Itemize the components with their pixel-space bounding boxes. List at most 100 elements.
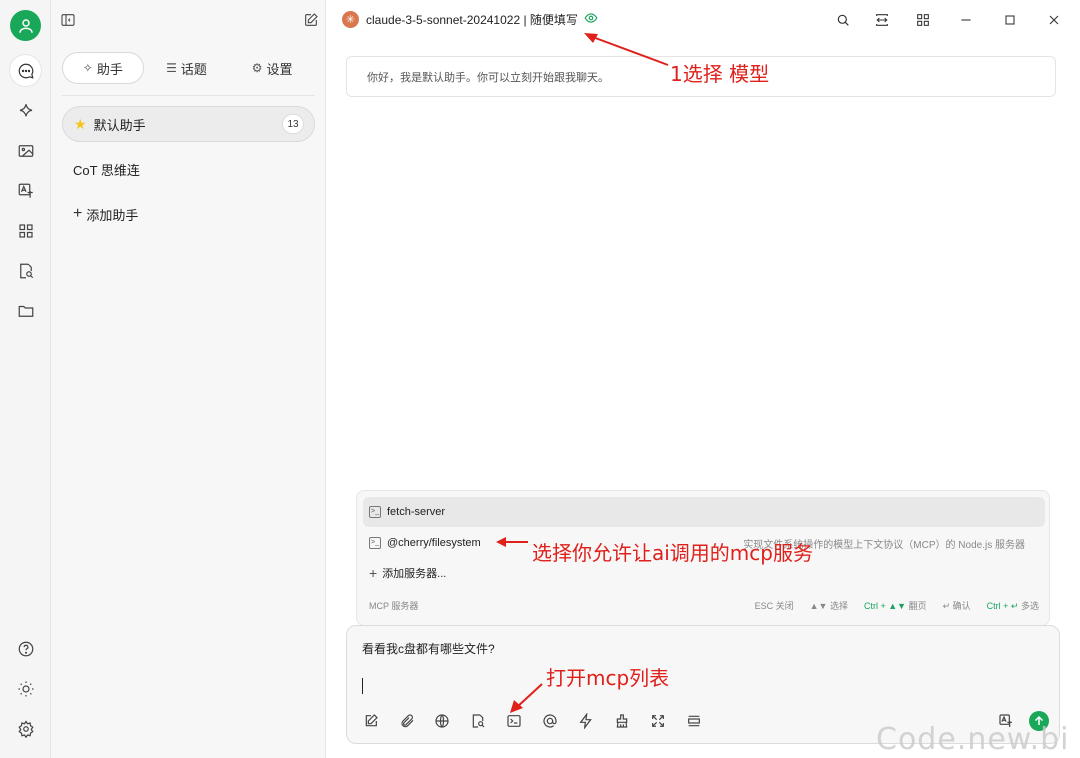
mention-model-button[interactable] [541, 712, 559, 730]
annotation-select-model: 1选择 模型 [670, 62, 770, 86]
vision-eye-icon [584, 11, 598, 28]
tab-assistants[interactable]: ✧ 助手 [62, 52, 144, 84]
knowledge-nav-button[interactable] [10, 255, 41, 286]
translate-nav-button[interactable] [10, 175, 41, 206]
claude-logo-icon: ✳ [342, 11, 359, 28]
model-name: claude-3-5-sonnet-20241022 | 随便填写 [366, 13, 578, 27]
chat-bubble-icon [18, 63, 34, 79]
mcp-item-label: @cherry/filesystem [387, 537, 481, 549]
hint-select: ▲▼ 选择 [809, 601, 848, 611]
mcp-item-label: fetch-server [387, 506, 446, 518]
close-icon [1049, 15, 1059, 25]
annotation-arrow-mcp [496, 537, 528, 547]
layout-button[interactable] [913, 10, 933, 30]
annotation-arrow-open-mcp [510, 683, 543, 713]
user-icon [18, 18, 33, 33]
grid-icon [18, 223, 33, 238]
mcp-footer-title: MCP 服务器 [369, 601, 419, 611]
apps-nav-button[interactable] [10, 215, 41, 246]
hint-page: Ctrl + ▲▼ 翻页 [863, 601, 927, 611]
assistant-item-cot[interactable]: CoT 思维连 [62, 151, 315, 187]
search-button[interactable] [833, 10, 853, 30]
gear-icon: ⚙ [251, 61, 263, 75]
chat-nav-button[interactable] [10, 55, 41, 86]
assistant-panel: ✧ 助手 ☰ 话题 ⚙ 设置 ★ 默认助手 13 CoT 思维连 + 添加助手 [51, 0, 326, 758]
tab-topics[interactable]: ☰ 话题 [144, 52, 230, 84]
minimize-button[interactable] [956, 10, 976, 30]
model-selector[interactable]: ✳ claude-3-5-sonnet-20241022 | 随便填写 [342, 11, 598, 28]
edit-icon [305, 13, 318, 26]
expand-input-button[interactable] [649, 712, 667, 730]
attach-button[interactable] [398, 712, 416, 730]
user-avatar[interactable] [10, 10, 41, 41]
topic-count-badge: 13 [282, 114, 304, 134]
document-search-icon [19, 263, 33, 278]
text-caret [362, 678, 363, 694]
help-button[interactable] [10, 633, 41, 664]
gear-icon [17, 719, 34, 738]
maximize-button[interactable] [1000, 10, 1020, 30]
new-topic-button[interactable] [362, 712, 380, 730]
clear-context-button[interactable] [613, 712, 631, 730]
narrow-mode-button[interactable] [872, 10, 892, 30]
sidebar-toggle-icon [61, 14, 75, 26]
tab-label: 话题 [180, 61, 207, 77]
settings-button[interactable] [10, 713, 41, 744]
at-icon [543, 714, 557, 728]
lightning-icon [579, 713, 592, 729]
edit-icon [365, 714, 378, 727]
new-context-button[interactable] [685, 712, 703, 730]
web-search-button[interactable] [433, 712, 451, 730]
hint-close: ESC 关闭 [754, 601, 794, 611]
add-assistant-button[interactable]: + 添加助手 [62, 196, 315, 232]
mcp-footer: MCP 服务器 ESC 关闭 ▲▼ 选择 Ctrl + ▲▼ 翻页 ↵ 确认 C… [369, 599, 1039, 612]
paperclip-icon [401, 714, 414, 728]
add-assistant-label: 添加助手 [86, 207, 139, 223]
terminal-icon: >_ [369, 506, 381, 518]
knowledge-base-button[interactable] [469, 712, 487, 730]
agents-nav-button[interactable] [10, 95, 41, 126]
close-window-button[interactable] [1044, 10, 1064, 30]
collapse-sidebar-button[interactable] [58, 10, 78, 30]
list-icon: ☰ [166, 61, 177, 75]
assistant-item-default[interactable]: ★ 默认助手 13 [62, 106, 315, 142]
hint-confirm: ↵ 确认 [942, 601, 971, 611]
keyboard-hints: ESC 关闭 ▲▼ 选择 Ctrl + ▲▼ 翻页 ↵ 确认 Ctrl + ↵ … [755, 599, 1039, 612]
theme-toggle-button[interactable] [10, 673, 41, 704]
terminal-icon [507, 715, 521, 727]
files-nav-button[interactable] [10, 295, 41, 326]
sun-icon [18, 681, 33, 696]
plus-icon: + [73, 205, 83, 222]
mcp-item-fetch-server[interactable]: >_ fetch-server [363, 497, 1045, 527]
tab-settings[interactable]: ⚙ 设置 [229, 52, 315, 84]
mcp-list-button[interactable] [505, 712, 523, 730]
welcome-text: 你好，我是默认助手。你可以立刻开始跟我聊天。 [367, 72, 609, 84]
annotation-arrow-model [584, 33, 669, 66]
tab-label: 助手 [96, 61, 123, 77]
watermark: Code.new.bi [876, 722, 1070, 757]
maximize-icon [1005, 15, 1015, 25]
message-input-text[interactable]: 看看我c盘都有哪些文件? [362, 640, 495, 657]
image-nav-button[interactable] [10, 135, 41, 166]
sparkle-icon [19, 103, 32, 116]
annotation-open-mcp: 打开mcp列表 [546, 666, 670, 690]
search-icon [837, 14, 849, 26]
chat-topbar: ✳ claude-3-5-sonnet-20241022 | 随便填写 [326, 0, 1080, 40]
star-icon: ★ [74, 115, 87, 132]
image-icon [18, 144, 33, 157]
quick-phrase-button[interactable] [577, 712, 595, 730]
folder-icon [18, 305, 33, 317]
plus-icon: + [369, 565, 378, 581]
annotation-select-mcp: 选择你允许让ai调用的mcp服务 [532, 541, 813, 565]
document-search-icon [472, 714, 485, 728]
broom-icon [616, 714, 628, 728]
new-chat-button[interactable] [301, 10, 321, 30]
divider [62, 95, 315, 96]
add-server-label: 添加服务器... [382, 568, 447, 580]
help-icon [18, 641, 33, 656]
terminal-icon: >_ [369, 537, 381, 549]
minimize-icon [961, 19, 971, 21]
icon-rail [0, 0, 51, 758]
tab-label: 设置 [266, 61, 293, 77]
assistant-label: 默认助手 [93, 117, 146, 133]
